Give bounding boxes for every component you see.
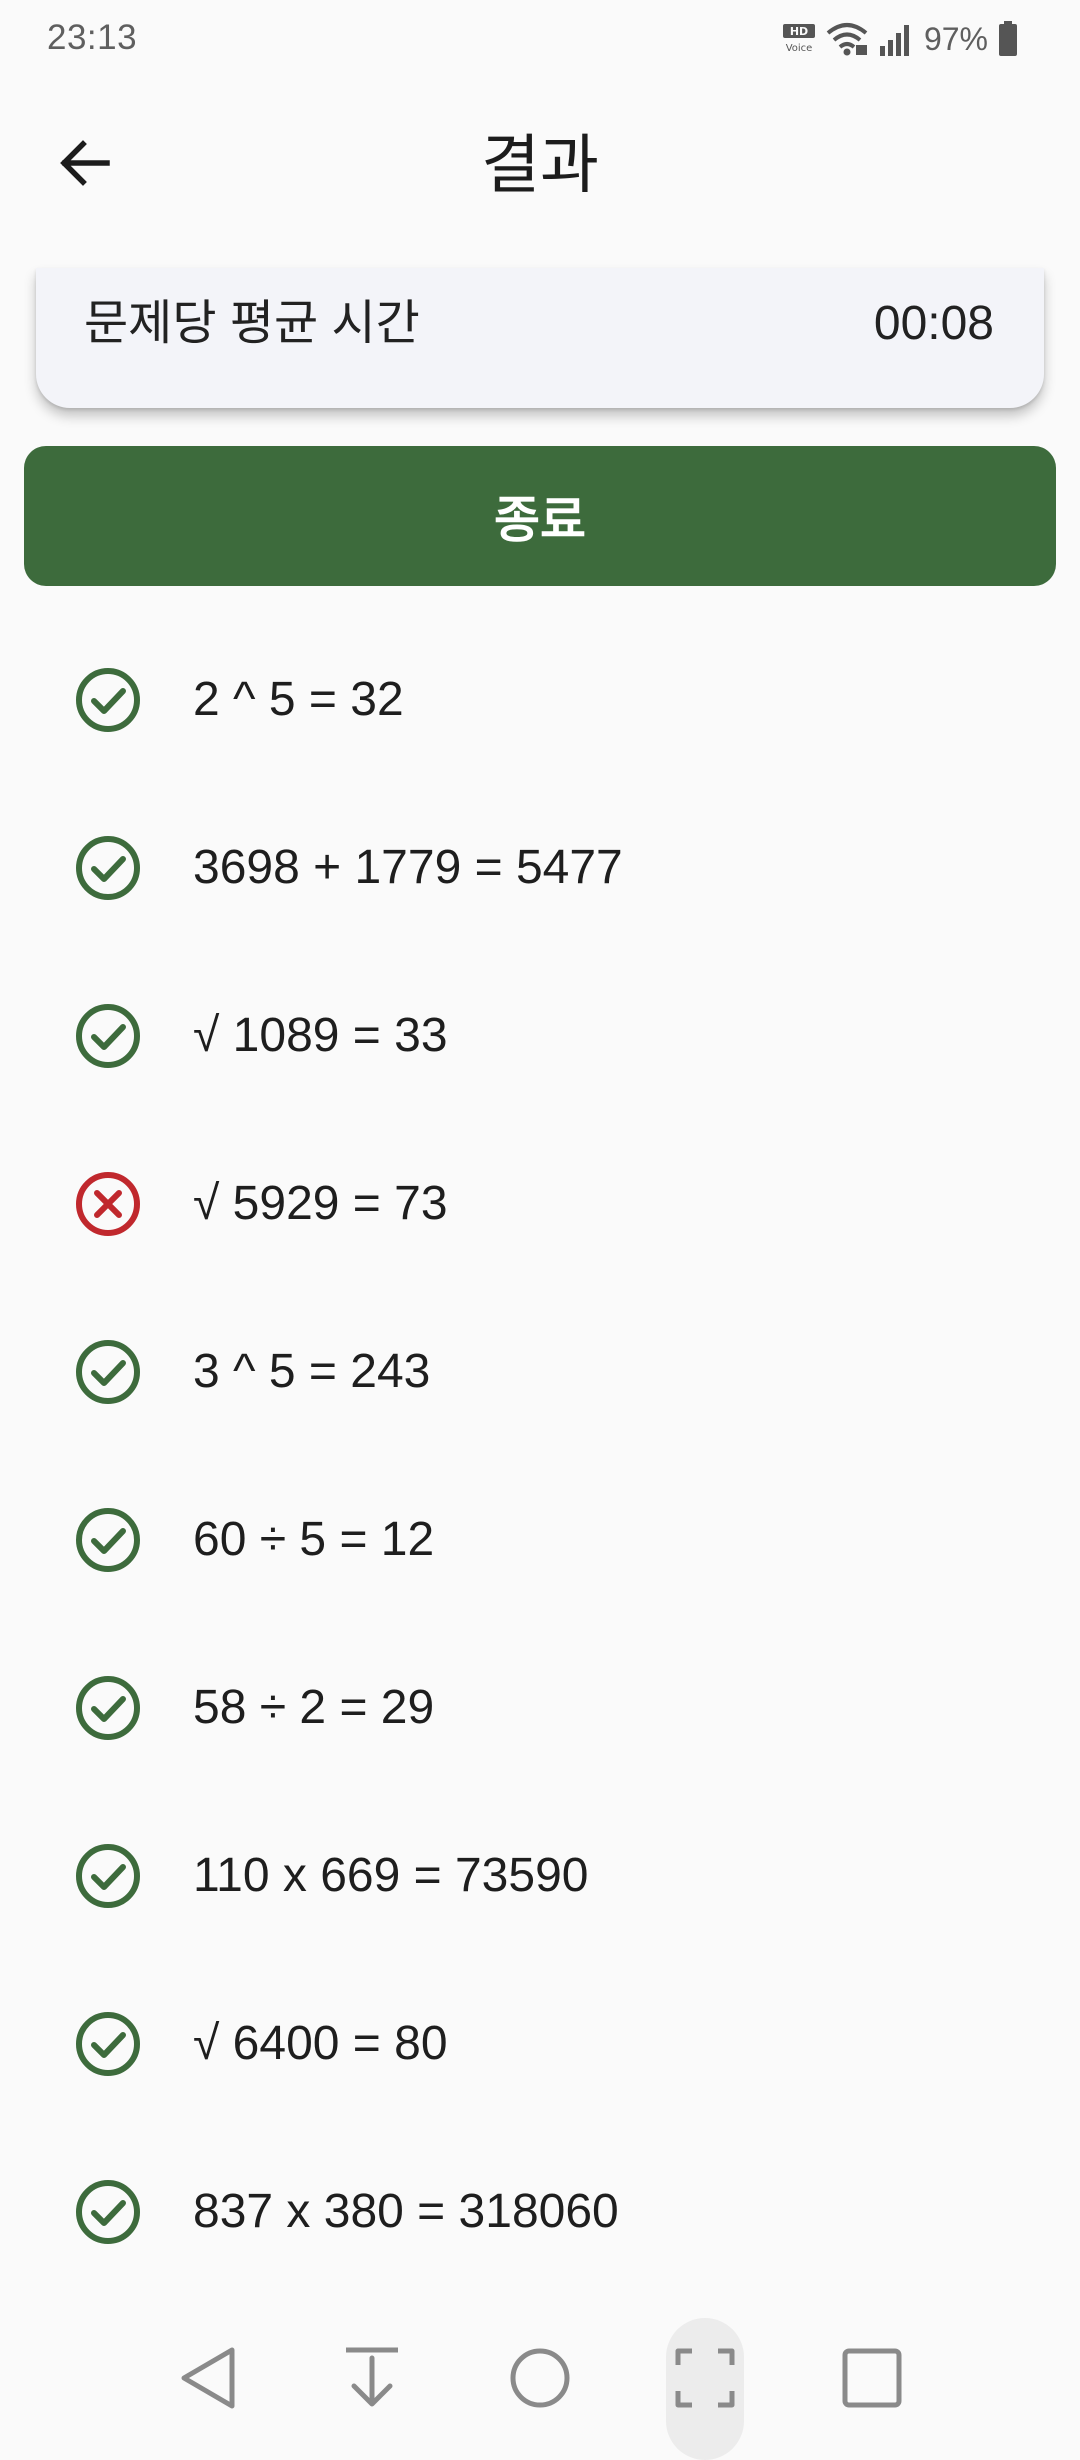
result-expression: 2 ^ 5 = 32 [193, 673, 404, 726]
check-circle-icon [74, 1002, 142, 1070]
status-time: 23:13 [47, 18, 138, 57]
result-expression: 837 x 380 = 318060 [193, 2185, 619, 2238]
result-item: 3698 + 1779 = 5477 [0, 796, 1080, 964]
result-expression: 58 ÷ 2 = 29 [193, 1681, 435, 1734]
app-bar: 결과 [0, 100, 1080, 230]
result-expression: 3698 + 1779 = 5477 [193, 841, 623, 894]
navigation-bar [0, 2300, 1080, 2460]
hd-voice-icon: HD Voice [782, 23, 816, 55]
result-expression: √ 1089 = 33 [193, 1009, 448, 1062]
recents-square-icon [841, 2347, 903, 2414]
average-time-label: 문제당 평균 시간 [84, 297, 420, 350]
result-expression: √ 5929 = 73 [193, 1177, 448, 1230]
nav-back-button[interactable] [158, 2320, 258, 2440]
result-item: √ 1089 = 33 [0, 964, 1080, 1132]
result-item: 3 ^ 5 = 243 [0, 1300, 1080, 1468]
result-item: 837 x 380 = 318060 [0, 2140, 1080, 2308]
svg-text:Voice: Voice [786, 43, 813, 54]
result-item: √ 5929 = 73 [0, 1132, 1080, 1300]
nav-recents-button[interactable] [822, 2320, 922, 2440]
result-expression: 110 x 669 = 73590 [193, 1849, 589, 1902]
status-bar: 23:13 HD Voice 97% [0, 0, 1080, 76]
result-item: 2 ^ 5 = 32 [0, 628, 1080, 796]
result-item: 110 x 669 = 73590 [0, 1804, 1080, 1972]
result-list: 2 ^ 5 = 32 3698 + 1779 = 5477 √ 1089 = 33 √… [0, 628, 1080, 2308]
check-circle-icon [74, 666, 142, 734]
screenshot-icon [674, 2347, 736, 2414]
status-icons: HD Voice 97% [782, 18, 1018, 60]
battery-percent: 97% [923, 20, 988, 57]
nav-screenshot-button[interactable] [655, 2320, 755, 2440]
result-item: 58 ÷ 2 = 29 [0, 1636, 1080, 1804]
result-item: √ 6400 = 80 [0, 1972, 1080, 2140]
check-circle-icon [74, 1842, 142, 1910]
battery-icon [998, 21, 1018, 57]
average-time-card: 문제당 평균 시간 00:08 [36, 268, 1044, 408]
check-circle-icon [74, 2178, 142, 2246]
average-time-value: 00:08 [873, 297, 994, 350]
cross-circle-icon [74, 1170, 142, 1238]
check-circle-icon [74, 2010, 142, 2078]
svg-text:HD: HD [790, 25, 808, 38]
nav-download-button[interactable] [322, 2320, 422, 2440]
exit-button[interactable]: 종료 [24, 446, 1056, 586]
result-expression: 3 ^ 5 = 243 [193, 1345, 431, 1398]
back-triangle-icon [178, 2346, 238, 2415]
result-expression: √ 6400 = 80 [193, 2017, 448, 2070]
home-circle-icon [509, 2347, 571, 2414]
page-title: 결과 [481, 129, 599, 201]
check-circle-icon [74, 834, 142, 902]
check-circle-icon [74, 1338, 142, 1406]
download-icon [342, 2346, 402, 2415]
check-circle-icon [74, 1506, 142, 1574]
wifi-icon [826, 21, 868, 57]
result-expression: 60 ÷ 5 = 12 [193, 1513, 435, 1566]
check-circle-icon [74, 1674, 142, 1742]
nav-home-button[interactable] [490, 2320, 590, 2440]
signal-icon [878, 22, 914, 56]
result-item: 60 ÷ 5 = 12 [0, 1468, 1080, 1636]
